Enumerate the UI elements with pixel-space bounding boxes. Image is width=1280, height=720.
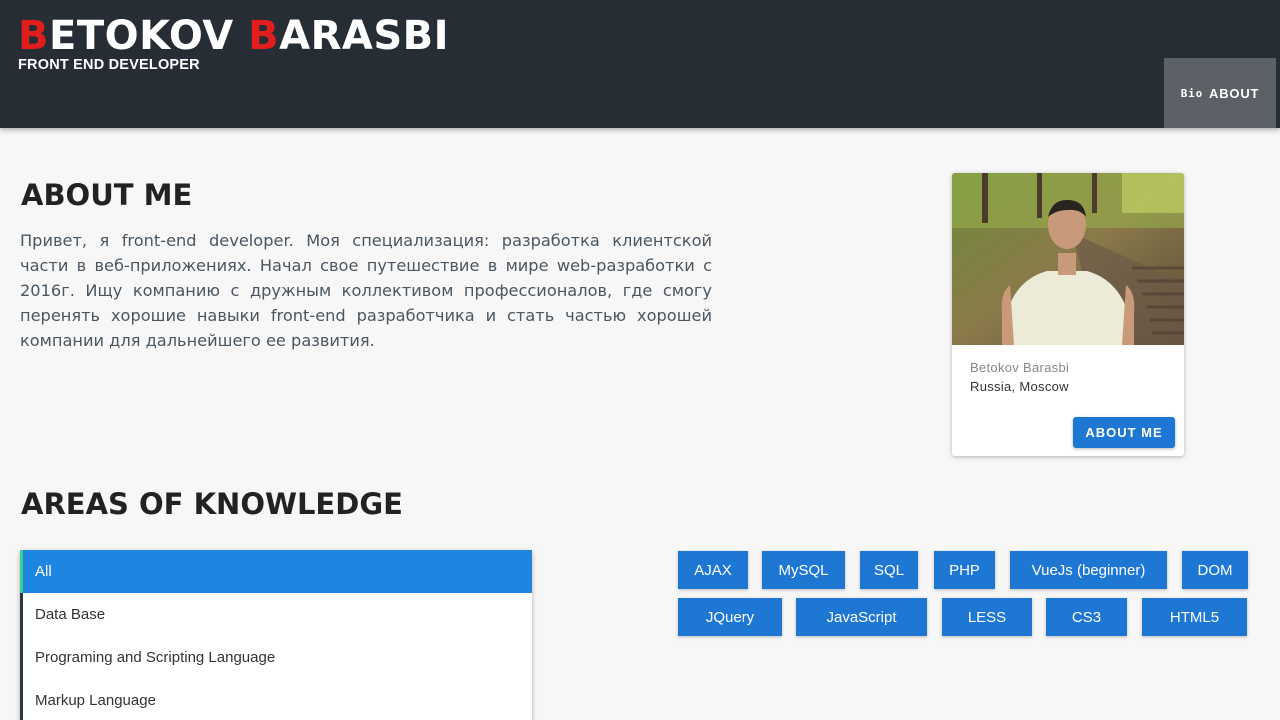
site-subtitle: FRONT END DEVELOPER [18,57,200,73]
filter-item-database[interactable]: Data Base [23,593,532,636]
site-header: BETOKOV BARASBI FRONT END DEVELOPER Bio … [0,0,1280,128]
skill-tag[interactable]: SQL [860,551,918,589]
filter-item-programming[interactable]: Programing and Scripting Language [23,636,532,679]
site-brand[interactable]: BETOKOV BARASBI [18,14,449,58]
filter-item-markup[interactable]: Markup Language [23,679,532,720]
skill-tag[interactable]: HTML5 [1142,598,1247,636]
about-text: Привет, я front-end developer. Моя специ… [20,231,712,350]
card-location: Russia, Moscow [970,379,1069,394]
skill-tag[interactable]: JQuery [678,598,782,636]
skill-tag[interactable]: JavaScript [796,598,927,636]
profile-photo [952,173,1184,345]
skill-tag[interactable]: MySQL [762,551,845,589]
knowledge-filter-list: All Data Base Programing and Scripting L… [20,550,532,720]
skill-tag[interactable]: VueJs (beginner) [1010,551,1167,589]
skill-tag[interactable]: PHP [934,551,995,589]
bio-icon: Bio [1180,86,1204,100]
skill-tag[interactable]: AJAX [678,551,748,589]
brand-first-rest: ETOKOV [49,13,249,59]
about-heading: ABOUT ME [21,178,193,212]
brand-last-initial: B [248,13,280,59]
skill-tag[interactable]: LESS [942,598,1032,636]
profile-card: Betokov Barasbi Russia, Moscow ABOUT ME [952,173,1184,456]
nav-about-label: ABOUT [1209,85,1260,101]
brand-last-rest: ARASBI [279,13,450,59]
nav-about-link[interactable]: Bio ABOUT [1164,58,1276,128]
skill-tag[interactable]: DOM [1182,551,1248,589]
profile-photo-image [952,173,1184,345]
filter-item-all[interactable]: All [20,550,532,593]
about-me-button[interactable]: ABOUT ME [1073,417,1175,448]
card-name: Betokov Barasbi [970,360,1070,375]
skill-tag[interactable]: CS3 [1046,598,1127,636]
brand-first-initial: B [18,13,49,59]
areas-heading: AREAS OF KNOWLEDGE [21,487,403,521]
